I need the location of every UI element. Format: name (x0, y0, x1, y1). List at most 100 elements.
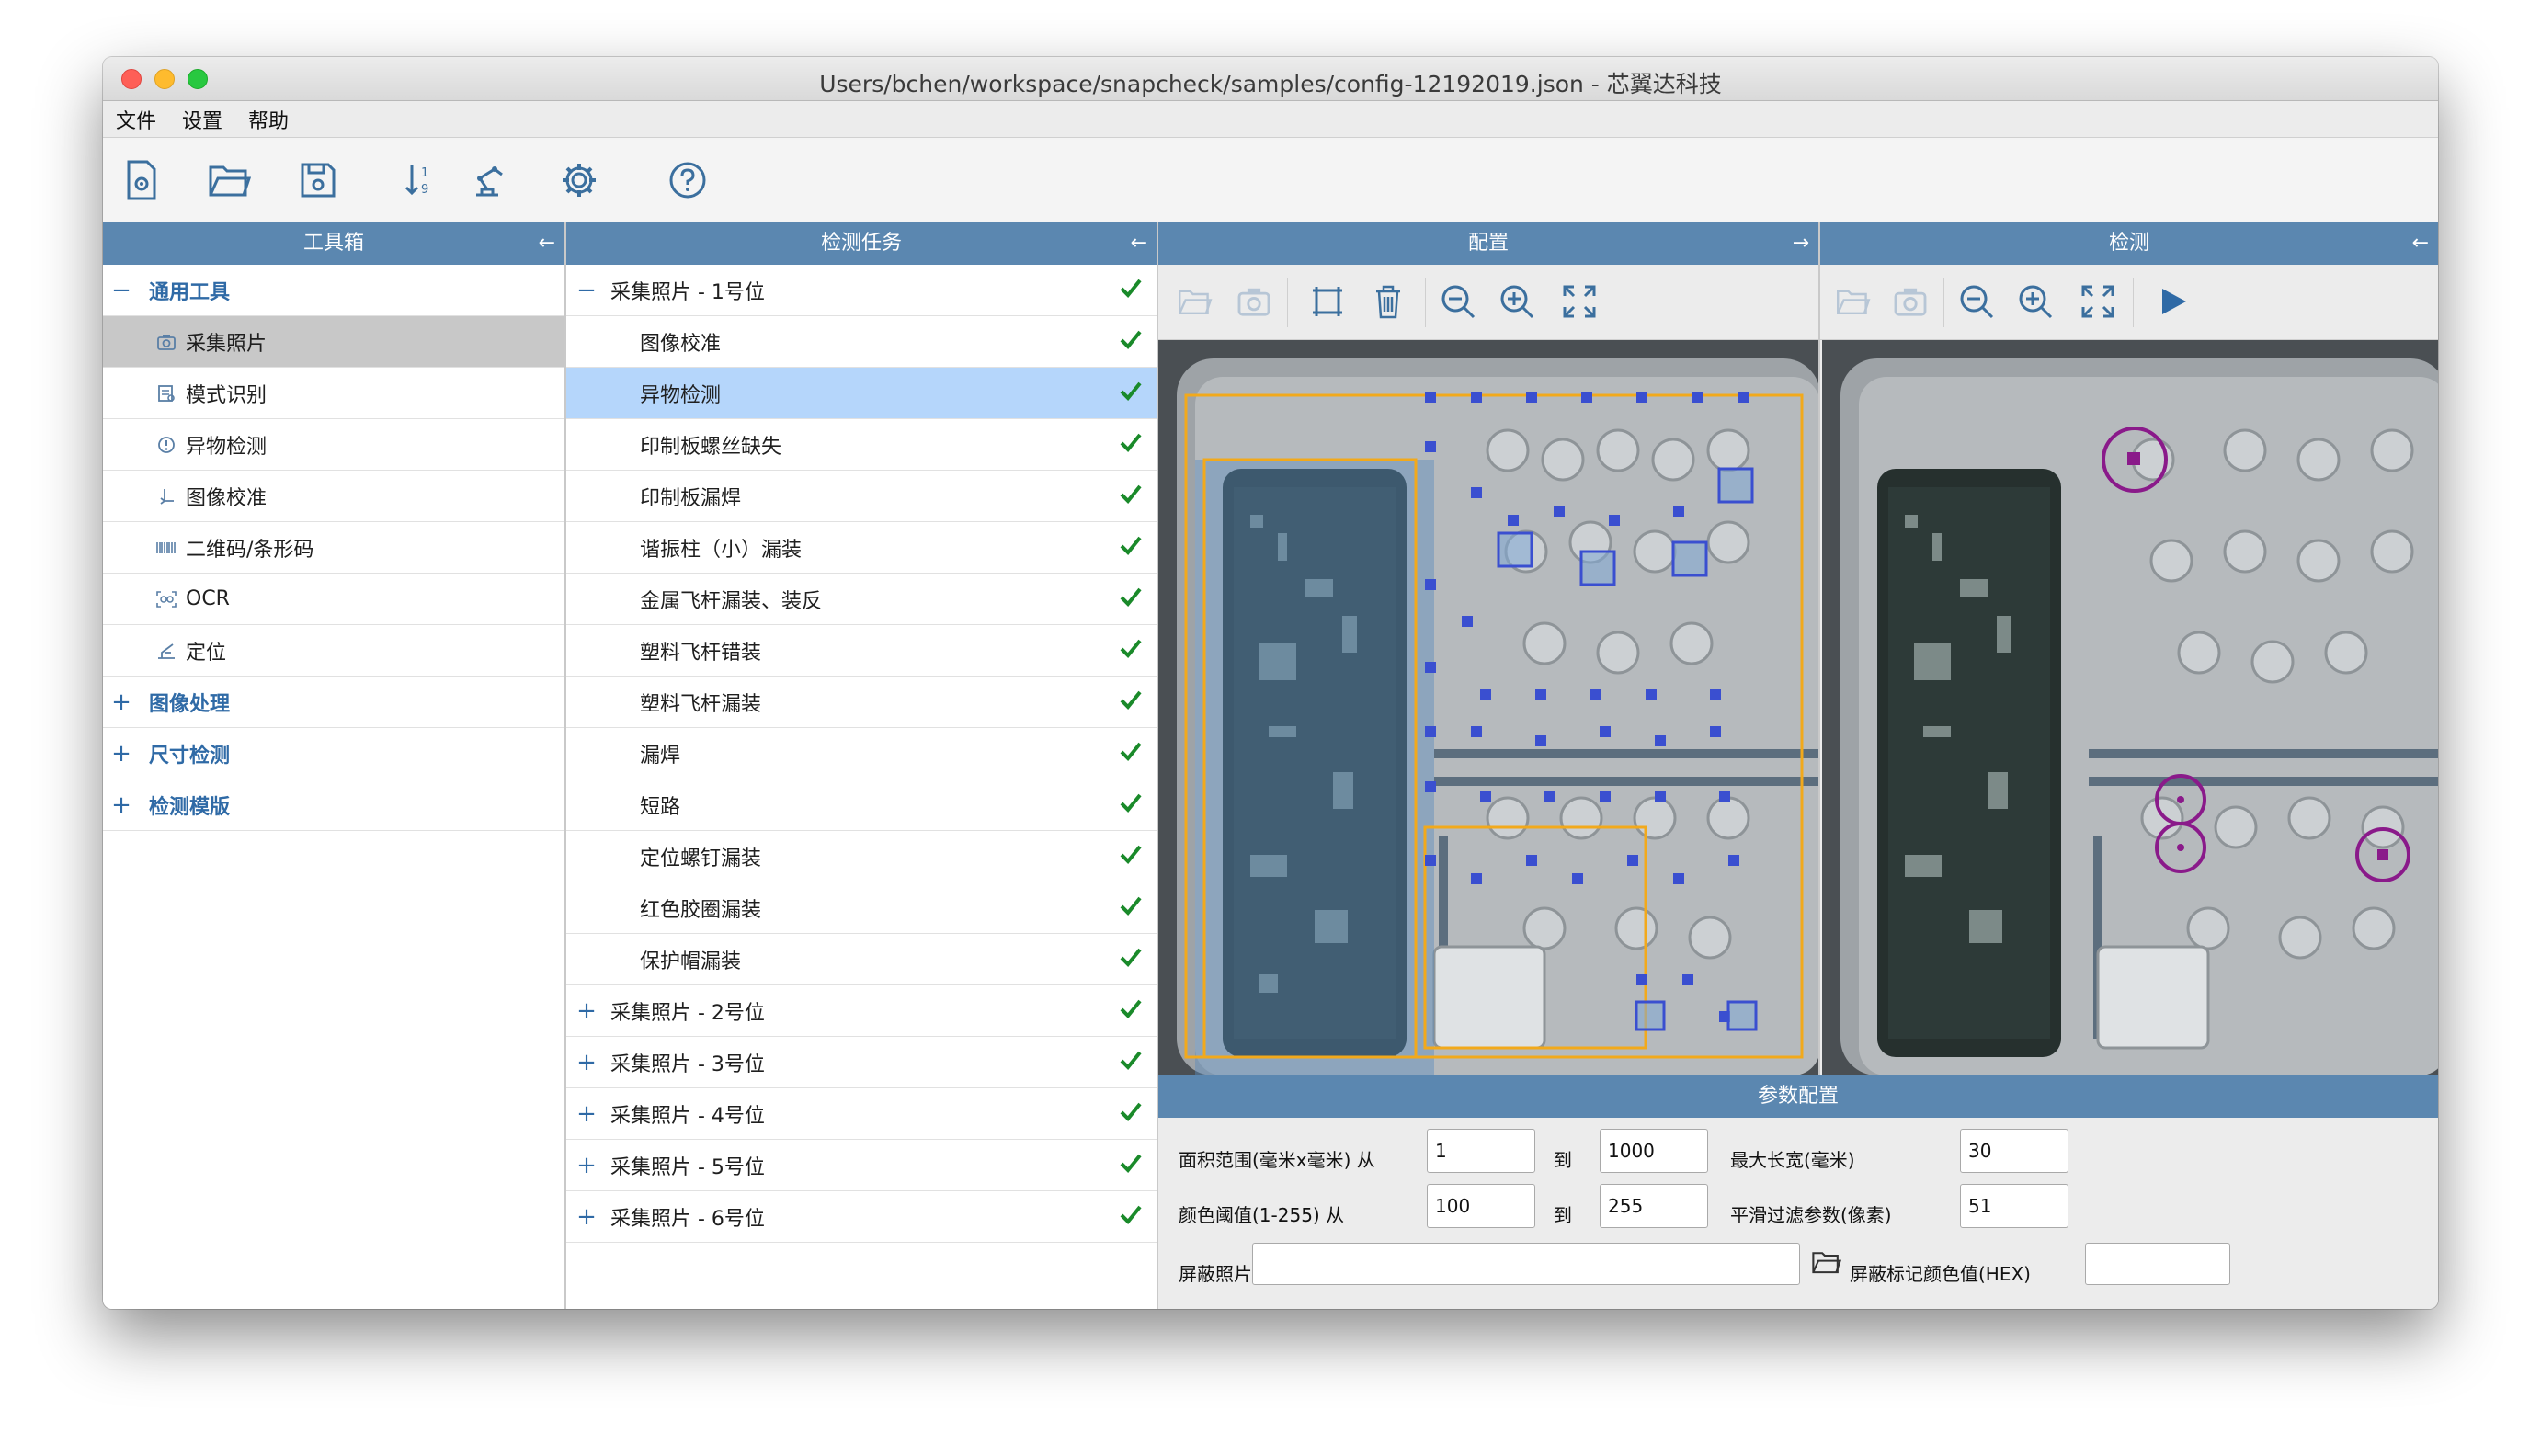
help-button[interactable] (662, 154, 713, 206)
expand-expander[interactable]: + (568, 1100, 605, 1128)
area-to-input[interactable] (1600, 1129, 1708, 1173)
category-label: 尺寸检测 (149, 744, 231, 768)
draw-rect-button[interactable] (1305, 279, 1350, 324)
config-image-toolbar (1158, 265, 1818, 340)
collapse-detect-button[interactable]: ← (2412, 222, 2429, 265)
new-config-button[interactable] (116, 154, 167, 206)
category-general-tools[interactable]: − 通用工具 (103, 265, 564, 316)
capture-image-button[interactable] (1232, 279, 1276, 324)
fit-screen-button[interactable] (2076, 279, 2120, 324)
smoothing-input[interactable] (1960, 1184, 2068, 1228)
open-folder-button[interactable] (204, 154, 256, 206)
expand-expander[interactable]: + (568, 997, 605, 1025)
zoom-out-button[interactable] (1436, 279, 1480, 324)
zoom-in-button[interactable] (1495, 279, 1539, 324)
check-icon (1120, 483, 1142, 509)
task-item[interactable]: 短路 (566, 779, 1157, 831)
task-item[interactable]: 图像校准 (566, 316, 1157, 368)
color-from-input[interactable] (1427, 1184, 1535, 1228)
color-to-input[interactable] (1600, 1184, 1708, 1228)
task-group-photo-2[interactable]: + 采集照片 - 2号位 (566, 985, 1157, 1037)
detect-image-view[interactable] (1822, 340, 2438, 1075)
category-check-template[interactable]: + 检测模版 (103, 779, 564, 831)
tool-item-ocr[interactable]: OCR (103, 574, 564, 625)
delete-button[interactable] (1366, 279, 1410, 324)
category-image-processing[interactable]: + 图像处理 (103, 677, 564, 728)
toolbox-header: 工具箱 ← (103, 222, 564, 265)
run-detection-button[interactable] (2151, 279, 2195, 324)
task-group-photo-5[interactable]: + 采集照片 - 5号位 (566, 1140, 1157, 1191)
collapse-toolbox-button[interactable]: ← (539, 222, 555, 265)
open-folder-icon (209, 165, 251, 197)
max-length-input[interactable] (1960, 1129, 2068, 1173)
tool-item-barcode[interactable]: 二维码/条形码 (103, 522, 564, 574)
zoom-in-button[interactable] (2013, 279, 2057, 324)
menu-file[interactable]: 文件 (112, 105, 160, 134)
expand-expander[interactable]: + (103, 740, 140, 768)
task-item[interactable]: 定位螺钉漏装 (566, 831, 1157, 882)
task-item[interactable]: 印制板螺丝缺失 (566, 419, 1157, 471)
save-button[interactable] (292, 154, 344, 206)
task-item[interactable]: 印制板漏焊 (566, 471, 1157, 522)
task-item[interactable]: 谐振柱（小）漏装 (566, 522, 1157, 574)
expand-expander[interactable]: + (568, 1152, 605, 1179)
task-group-photo-1[interactable]: − 采集照片 - 1号位 (566, 265, 1157, 316)
task-group-photo-4[interactable]: + 采集照片 - 4号位 (566, 1088, 1157, 1140)
expand-expander[interactable]: + (568, 1203, 605, 1231)
tool-item-pattern-recognition[interactable]: 模式识别 (103, 368, 564, 419)
mask-color-input[interactable] (2085, 1243, 2230, 1285)
open-image-button[interactable] (1173, 279, 1217, 324)
check-icon (1120, 844, 1142, 870)
svg-text:1: 1 (421, 166, 428, 180)
tool-item-foreign-object[interactable]: 异物检测 (103, 419, 564, 471)
check-icon (1120, 792, 1142, 818)
app-window: Users/bchen/workspace/snapcheck/samples/… (103, 57, 2438, 1309)
robot-arm-button[interactable] (465, 154, 517, 206)
config-header-title: 配置 (1467, 232, 1509, 255)
collapse-expander[interactable]: − (103, 277, 140, 304)
category-dimension-check[interactable]: + 尺寸检测 (103, 728, 564, 779)
task-group-label: 采集照片 - 5号位 (610, 1155, 765, 1179)
tool-item-image-calibration[interactable]: 图像校准 (103, 471, 564, 522)
expand-arrows-icon (2081, 285, 2114, 318)
task-item[interactable]: 漏焊 (566, 728, 1157, 779)
collapse-tasks-button[interactable]: ← (1131, 222, 1147, 265)
settings-button[interactable] (553, 154, 605, 206)
task-group-photo-3[interactable]: + 采集照片 - 3号位 (566, 1037, 1157, 1088)
tool-item-label: 异物检测 (186, 435, 268, 459)
task-group-label: 采集照片 - 4号位 (610, 1104, 765, 1128)
sort-icon: 19 (405, 165, 428, 197)
task-item[interactable]: 红色胶圈漏装 (566, 882, 1157, 934)
capture-image-button[interactable] (1888, 279, 1932, 324)
menu-settings[interactable]: 设置 (178, 105, 226, 134)
expand-expander[interactable]: + (568, 1049, 605, 1076)
task-list: − 采集照片 - 1号位 图像校准 异物检测 印制板螺丝缺失 印制板漏焊 谐振柱（小）漏装金… (566, 265, 1157, 1243)
zoom-out-button[interactable] (1954, 279, 1999, 324)
tool-item-capture-photo[interactable]: 采集照片 (103, 316, 564, 368)
task-item[interactable]: 保护帽漏装 (566, 934, 1157, 985)
menu-help[interactable]: 帮助 (245, 105, 292, 134)
check-icon (1120, 1204, 1142, 1230)
expand-config-button[interactable]: → (1793, 222, 1809, 265)
expand-expander[interactable]: + (103, 688, 140, 716)
locate-icon (156, 641, 177, 661)
task-item[interactable]: 塑料飞杆漏装 (566, 677, 1157, 728)
category-label: 图像处理 (149, 692, 231, 716)
tool-item-locate[interactable]: 定位 (103, 625, 564, 677)
task-item[interactable]: 异物检测 (566, 368, 1157, 419)
mask-photo-input[interactable] (1252, 1243, 1800, 1285)
task-group-photo-6[interactable]: + 采集照片 - 6号位 (566, 1191, 1157, 1243)
open-image-button[interactable] (1831, 279, 1875, 324)
config-image-view[interactable] (1158, 340, 1818, 1075)
task-item[interactable]: 金属飞杆漏装、装反 (566, 574, 1157, 625)
area-from-input[interactable] (1427, 1129, 1535, 1173)
camera-icon (156, 332, 177, 352)
collapse-expander[interactable]: − (568, 277, 605, 304)
expand-expander[interactable]: + (103, 791, 140, 819)
sort-button[interactable]: 19 (395, 154, 447, 206)
browse-mask-button[interactable] (1811, 1246, 1842, 1278)
task-item-label: 短路 (640, 795, 681, 819)
calibrate-icon (156, 486, 177, 506)
task-item[interactable]: 塑料飞杆错装 (566, 625, 1157, 677)
fit-screen-button[interactable] (1557, 279, 1601, 324)
